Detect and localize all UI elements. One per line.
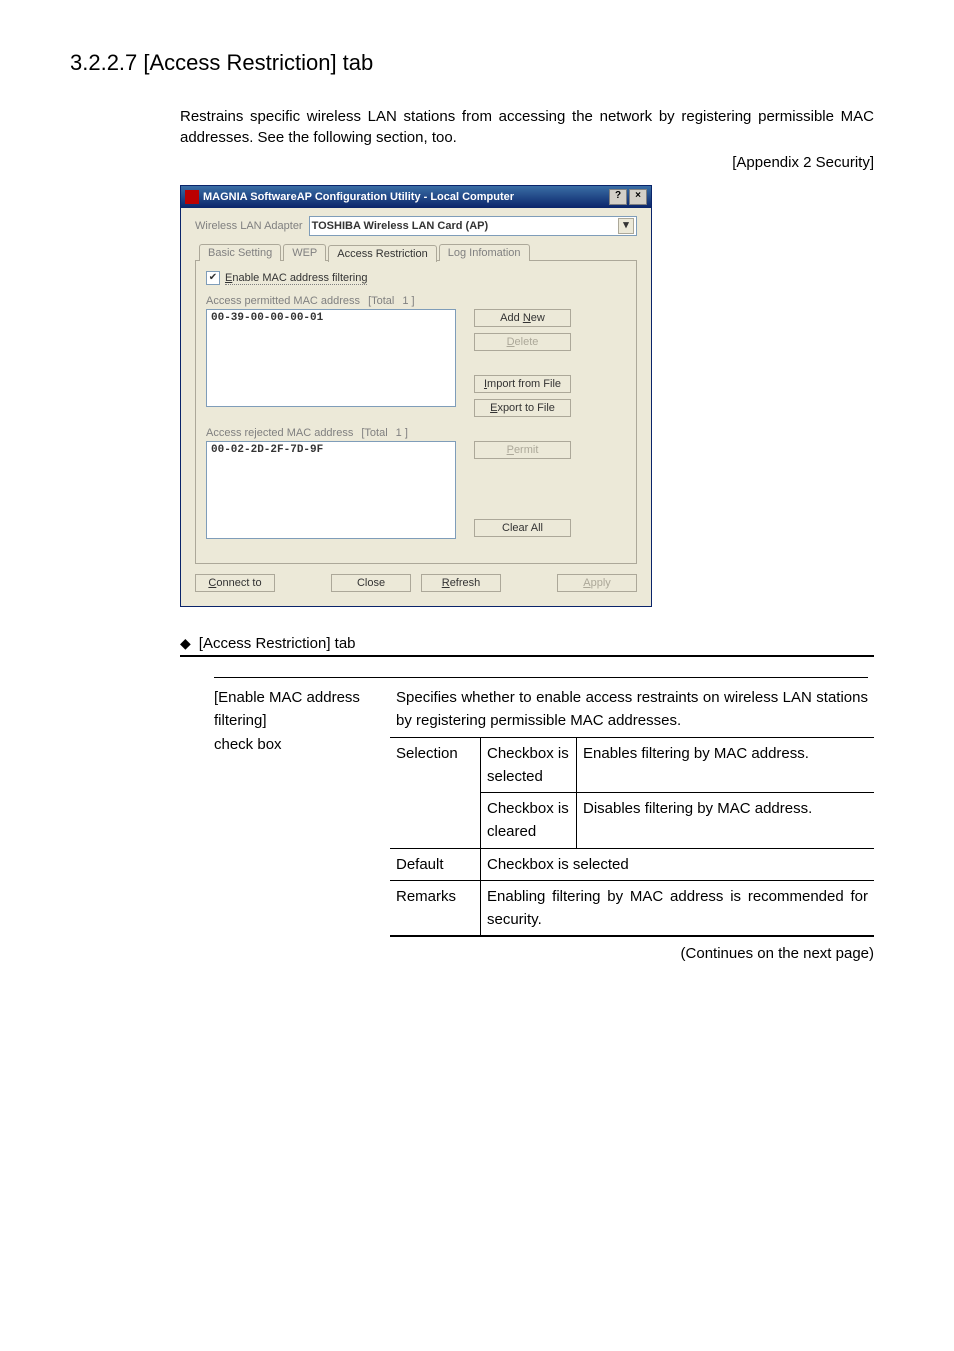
refresh-button[interactable]: Refresh	[421, 574, 501, 592]
titlebar: MAGNIA SoftwareAP Configuration Utility …	[181, 186, 651, 208]
subsection-title: [Access Restriction] tab	[199, 635, 356, 652]
divider	[180, 655, 874, 657]
section-heading: 3.2.2.7 [Access Restriction] tab	[70, 50, 884, 76]
chevron-down-icon[interactable]: ▾	[618, 218, 634, 234]
control-description-cell: Specifies whether to enable access restr…	[390, 682, 874, 737]
default-value-cell: Checkbox is selected	[481, 848, 875, 880]
adapter-select[interactable]: TOSHIBA Wireless LAN Card (AP) ▾	[309, 216, 637, 236]
divider	[214, 677, 868, 678]
rejected-mac-listbox[interactable]: 00-02-2D-2F-7D-9F	[206, 441, 456, 539]
appendix-reference: [Appendix 2 Security]	[70, 154, 874, 171]
selection-state-on-cell: Checkbox is selected	[481, 737, 577, 793]
control-name-cell: [Enable MAC address filtering] check box	[208, 682, 390, 937]
tab-log-information[interactable]: Log Infomation	[439, 244, 530, 261]
help-button[interactable]: ?	[609, 189, 627, 205]
app-icon	[185, 190, 199, 204]
export-to-file-button[interactable]: Export to File	[474, 399, 571, 417]
selection-state-off-cell: Checkbox is cleared	[481, 793, 577, 849]
remarks-value-cell: Enabling filtering by MAC address is rec…	[481, 880, 875, 935]
selection-on-desc-cell: Enables filtering by MAC address.	[577, 737, 875, 793]
close-button[interactable]: ×	[629, 189, 647, 205]
tab-strip: Basic Setting WEP Access Restriction Log…	[195, 244, 637, 261]
tab-panel: ✔ Enable MAC address filtering Access pe…	[195, 260, 637, 564]
connect-to-button[interactable]: Connect to	[195, 574, 275, 592]
continuation-note: (Continues on the next page)	[70, 945, 874, 962]
permit-button[interactable]: Permit	[474, 441, 571, 459]
clear-all-button[interactable]: Clear All	[474, 519, 571, 537]
dialog-window: MAGNIA SoftwareAP Configuration Utility …	[180, 185, 652, 607]
permitted-group-label: Access permitted MAC address [Total 1 ]	[206, 295, 626, 307]
add-new-button[interactable]: Add New	[474, 309, 571, 327]
divider	[390, 935, 874, 937]
diamond-bullet-icon: ◆	[180, 635, 191, 652]
enable-mac-filtering-checkbox[interactable]: ✔	[206, 271, 220, 285]
permitted-mac-listbox[interactable]: 00-39-00-00-00-01	[206, 309, 456, 407]
tab-wep[interactable]: WEP	[283, 244, 326, 261]
delete-button[interactable]: Delete	[474, 333, 571, 351]
subsection-heading: ◆ [Access Restriction] tab	[180, 635, 884, 652]
import-from-file-button[interactable]: Import from File	[474, 375, 571, 393]
default-label-cell: Default	[390, 848, 481, 880]
enable-mac-filtering-label: Enable MAC address filtering	[225, 272, 367, 285]
close-dialog-button[interactable]: Close	[331, 574, 411, 592]
tab-access-restriction[interactable]: Access Restriction	[328, 245, 436, 262]
window-title: MAGNIA SoftwareAP Configuration Utility …	[203, 191, 607, 203]
list-item[interactable]: 00-02-2D-2F-7D-9F	[211, 444, 451, 456]
apply-button[interactable]: Apply	[557, 574, 637, 592]
rejected-group-label: Access rejected MAC address [Total 1 ]	[206, 427, 626, 439]
control-description-table: [Enable MAC address filtering] check box…	[208, 673, 874, 937]
adapter-value: TOSHIBA Wireless LAN Card (AP)	[312, 220, 489, 232]
list-item[interactable]: 00-39-00-00-00-01	[211, 312, 451, 324]
selection-label-cell: Selection	[390, 737, 481, 848]
intro-paragraph: Restrains specific wireless LAN stations…	[180, 106, 874, 148]
tab-basic-setting[interactable]: Basic Setting	[199, 244, 281, 261]
selection-off-desc-cell: Disables filtering by MAC address.	[577, 793, 875, 849]
adapter-label: Wireless LAN Adapter	[195, 220, 303, 232]
remarks-label-cell: Remarks	[390, 880, 481, 935]
